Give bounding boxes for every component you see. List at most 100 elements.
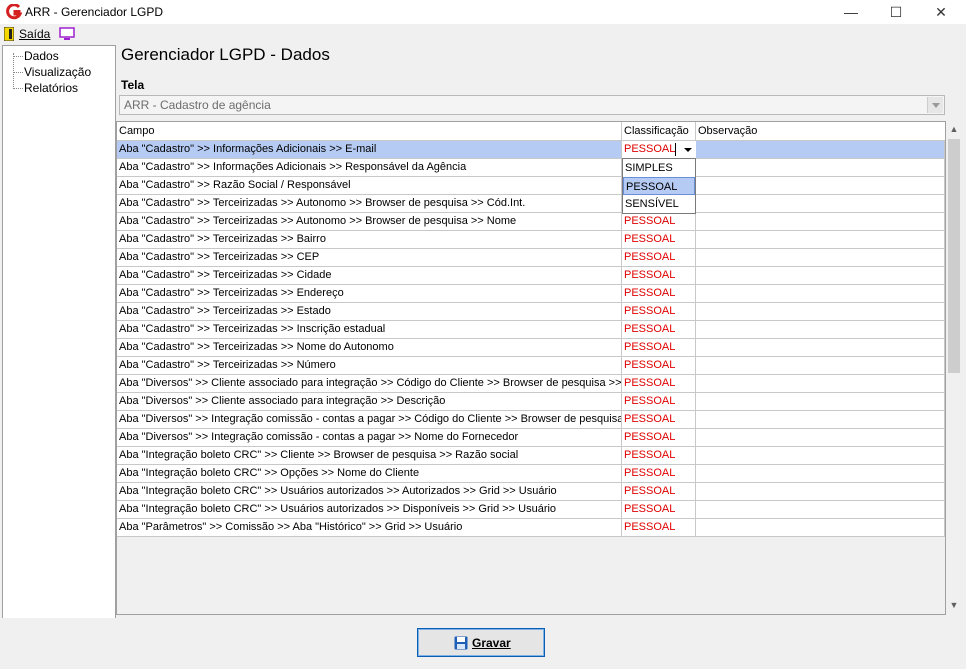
cell-campo[interactable]: Aba "Diversos" >> Cliente associado para… <box>117 375 622 392</box>
table-row[interactable]: Aba "Diversos" >> Cliente associado para… <box>117 375 945 393</box>
cell-observacao[interactable] <box>696 321 945 338</box>
cell-classificacao[interactable]: PESSOAL <box>622 303 696 320</box>
cell-observacao[interactable] <box>696 375 945 392</box>
cell-campo[interactable]: Aba "Integração boleto CRC" >> Opções >>… <box>117 465 622 482</box>
cell-campo[interactable]: Aba "Cadastro" >> Terceirizadas >> Bairr… <box>117 231 622 248</box>
monitor-icon[interactable] <box>59 27 75 41</box>
cell-observacao[interactable] <box>696 411 945 428</box>
table-row[interactable]: Aba "Cadastro" >> Razão Social / Respons… <box>117 177 945 195</box>
table-row[interactable]: Aba "Integração boleto CRC" >> Cliente >… <box>117 447 945 465</box>
cell-classificacao[interactable]: PESSOAL <box>622 339 696 356</box>
cell-observacao[interactable] <box>696 195 945 212</box>
data-grid[interactable]: Campo Classificação Observação Aba "Cada… <box>116 121 946 615</box>
cell-classificacao[interactable]: PESSOAL <box>622 213 696 230</box>
cell-observacao[interactable] <box>696 303 945 320</box>
table-row[interactable]: Aba "Cadastro" >> Terceirizadas >> Cidad… <box>117 267 945 285</box>
scroll-up-icon[interactable]: ▲ <box>946 121 962 138</box>
table-row[interactable]: Aba "Cadastro" >> Terceirizadas >> Ender… <box>117 285 945 303</box>
table-row[interactable]: Aba "Cadastro" >> Terceirizadas >> Estad… <box>117 303 945 321</box>
cell-classificacao[interactable]: PESSOAL <box>622 519 696 536</box>
menu-exit[interactable]: Saída <box>19 27 50 41</box>
cell-classificacao[interactable]: PESSOAL <box>622 411 696 428</box>
scroll-down-icon[interactable]: ▼ <box>946 597 962 614</box>
cell-observacao[interactable] <box>696 483 945 500</box>
cell-observacao[interactable] <box>696 393 945 410</box>
cell-campo[interactable]: Aba "Cadastro" >> Terceirizadas >> Auton… <box>117 213 622 230</box>
table-row[interactable]: Aba "Cadastro" >> Terceirizadas >> Inscr… <box>117 321 945 339</box>
cell-campo[interactable]: Aba "Diversos" >> Integração comissão - … <box>117 429 622 446</box>
cell-observacao[interactable] <box>696 159 945 176</box>
table-row[interactable]: Aba "Integração boleto CRC" >> Usuários … <box>117 483 945 501</box>
cell-campo[interactable]: Aba "Integração boleto CRC" >> Cliente >… <box>117 447 622 464</box>
cell-classificacao[interactable]: PESSOAL <box>622 429 696 446</box>
cell-classificacao[interactable]: PESSOAL <box>622 483 696 500</box>
maximize-button[interactable]: ☐ <box>873 0 919 24</box>
table-row[interactable]: Aba "Cadastro" >> Terceirizadas >> Númer… <box>117 357 945 375</box>
cell-campo[interactable]: Aba "Diversos" >> Integração comissão - … <box>117 411 622 428</box>
grid-scrollbar[interactable]: ▲ ▼ <box>946 121 962 614</box>
chevron-down-icon[interactable] <box>680 141 696 158</box>
table-row[interactable]: Aba "Cadastro" >> Informações Adicionais… <box>117 141 945 159</box>
cell-classificacao[interactable]: PESSOAL <box>622 375 696 392</box>
cell-observacao[interactable] <box>696 519 945 536</box>
table-row[interactable]: Aba "Integração boleto CRC" >> Opções >>… <box>117 465 945 483</box>
chevron-down-icon[interactable] <box>927 97 943 113</box>
table-row[interactable]: Aba "Diversos" >> Integração comissão - … <box>117 429 945 447</box>
cell-observacao[interactable] <box>696 339 945 356</box>
table-row[interactable]: Aba "Integração boleto CRC" >> Usuários … <box>117 501 945 519</box>
table-row[interactable]: Aba "Diversos" >> Cliente associado para… <box>117 393 945 411</box>
cell-observacao[interactable] <box>696 465 945 482</box>
classification-editor[interactable]: PESSOAL <box>622 141 696 158</box>
cell-campo[interactable]: Aba "Parâmetros" >> Comissão >> Aba "His… <box>117 519 622 536</box>
cell-campo[interactable]: Aba "Cadastro" >> Informações Adicionais… <box>117 159 622 176</box>
cell-classificacao[interactable]: PESSOAL <box>622 321 696 338</box>
cell-classificacao[interactable]: PESSOAL <box>622 465 696 482</box>
table-row[interactable]: Aba "Cadastro" >> Terceirizadas >> Nome … <box>117 339 945 357</box>
cell-campo[interactable]: Aba "Cadastro" >> Terceirizadas >> Númer… <box>117 357 622 374</box>
cell-observacao[interactable] <box>696 141 945 158</box>
cell-campo[interactable]: Aba "Cadastro" >> Razão Social / Respons… <box>117 177 622 194</box>
close-button[interactable]: ✕ <box>918 0 964 24</box>
cell-campo[interactable]: Aba "Integração boleto CRC" >> Usuários … <box>117 501 622 518</box>
save-button[interactable]: Gravar <box>417 628 545 657</box>
scrollbar-thumb[interactable] <box>948 139 960 373</box>
column-header-classificacao[interactable]: Classificação <box>622 122 696 140</box>
cell-campo[interactable]: Aba "Cadastro" >> Terceirizadas >> CEP <box>117 249 622 266</box>
table-row[interactable]: Aba "Cadastro" >> Informações Adicionais… <box>117 159 945 177</box>
table-row[interactable]: Aba "Cadastro" >> Terceirizadas >> Auton… <box>117 195 945 213</box>
minimize-button[interactable]: — <box>828 0 874 24</box>
dropdown-option-simples[interactable]: SIMPLES <box>623 159 695 177</box>
cell-observacao[interactable] <box>696 213 945 230</box>
cell-campo[interactable]: Aba "Cadastro" >> Terceirizadas >> Inscr… <box>117 321 622 338</box>
dropdown-option-pessoal[interactable]: PESSOAL <box>623 177 695 195</box>
cell-observacao[interactable] <box>696 267 945 284</box>
column-header-campo[interactable]: Campo <box>117 122 622 140</box>
cell-observacao[interactable] <box>696 231 945 248</box>
cell-classificacao[interactable]: PESSOAL <box>622 249 696 266</box>
cell-observacao[interactable] <box>696 357 945 374</box>
cell-observacao[interactable] <box>696 177 945 194</box>
cell-classificacao[interactable]: PESSOAL <box>622 231 696 248</box>
cell-observacao[interactable] <box>696 501 945 518</box>
table-row[interactable]: Aba "Cadastro" >> Terceirizadas >> CEP PE… <box>117 249 945 267</box>
cell-observacao[interactable] <box>696 447 945 464</box>
cell-campo[interactable]: Aba "Cadastro" >> Terceirizadas >> Estad… <box>117 303 622 320</box>
cell-classificacao[interactable]: PESSOAL <box>622 267 696 284</box>
cell-classificacao[interactable]: PESSOAL <box>622 285 696 302</box>
cell-campo[interactable]: Aba "Cadastro" >> Terceirizadas >> Ender… <box>117 285 622 302</box>
dropdown-option-sensivel[interactable]: SENSÍVEL <box>623 195 695 213</box>
cell-observacao[interactable] <box>696 429 945 446</box>
cell-campo[interactable]: Aba "Cadastro" >> Terceirizadas >> Auton… <box>117 195 622 212</box>
cell-classificacao[interactable]: PESSOAL <box>622 501 696 518</box>
cell-observacao[interactable] <box>696 249 945 266</box>
table-row[interactable]: Aba "Cadastro" >> Terceirizadas >> Auton… <box>117 213 945 231</box>
cell-classificacao[interactable]: PESSOAL <box>622 393 696 410</box>
cell-classificacao[interactable]: PESSOAL <box>622 357 696 374</box>
table-row[interactable]: Aba "Diversos" >> Integração comissão - … <box>117 411 945 429</box>
cell-campo[interactable]: Aba "Cadastro" >> Informações Adicionais… <box>117 141 622 158</box>
table-row[interactable]: Aba "Cadastro" >> Terceirizadas >> Bairr… <box>117 231 945 249</box>
cell-classificacao[interactable]: PESSOAL <box>622 447 696 464</box>
tela-select[interactable]: ARR - Cadastro de agência <box>119 95 945 115</box>
table-row[interactable]: Aba "Parâmetros" >> Comissão >> Aba "His… <box>117 519 945 537</box>
cell-campo[interactable]: Aba "Diversos" >> Cliente associado para… <box>117 393 622 410</box>
